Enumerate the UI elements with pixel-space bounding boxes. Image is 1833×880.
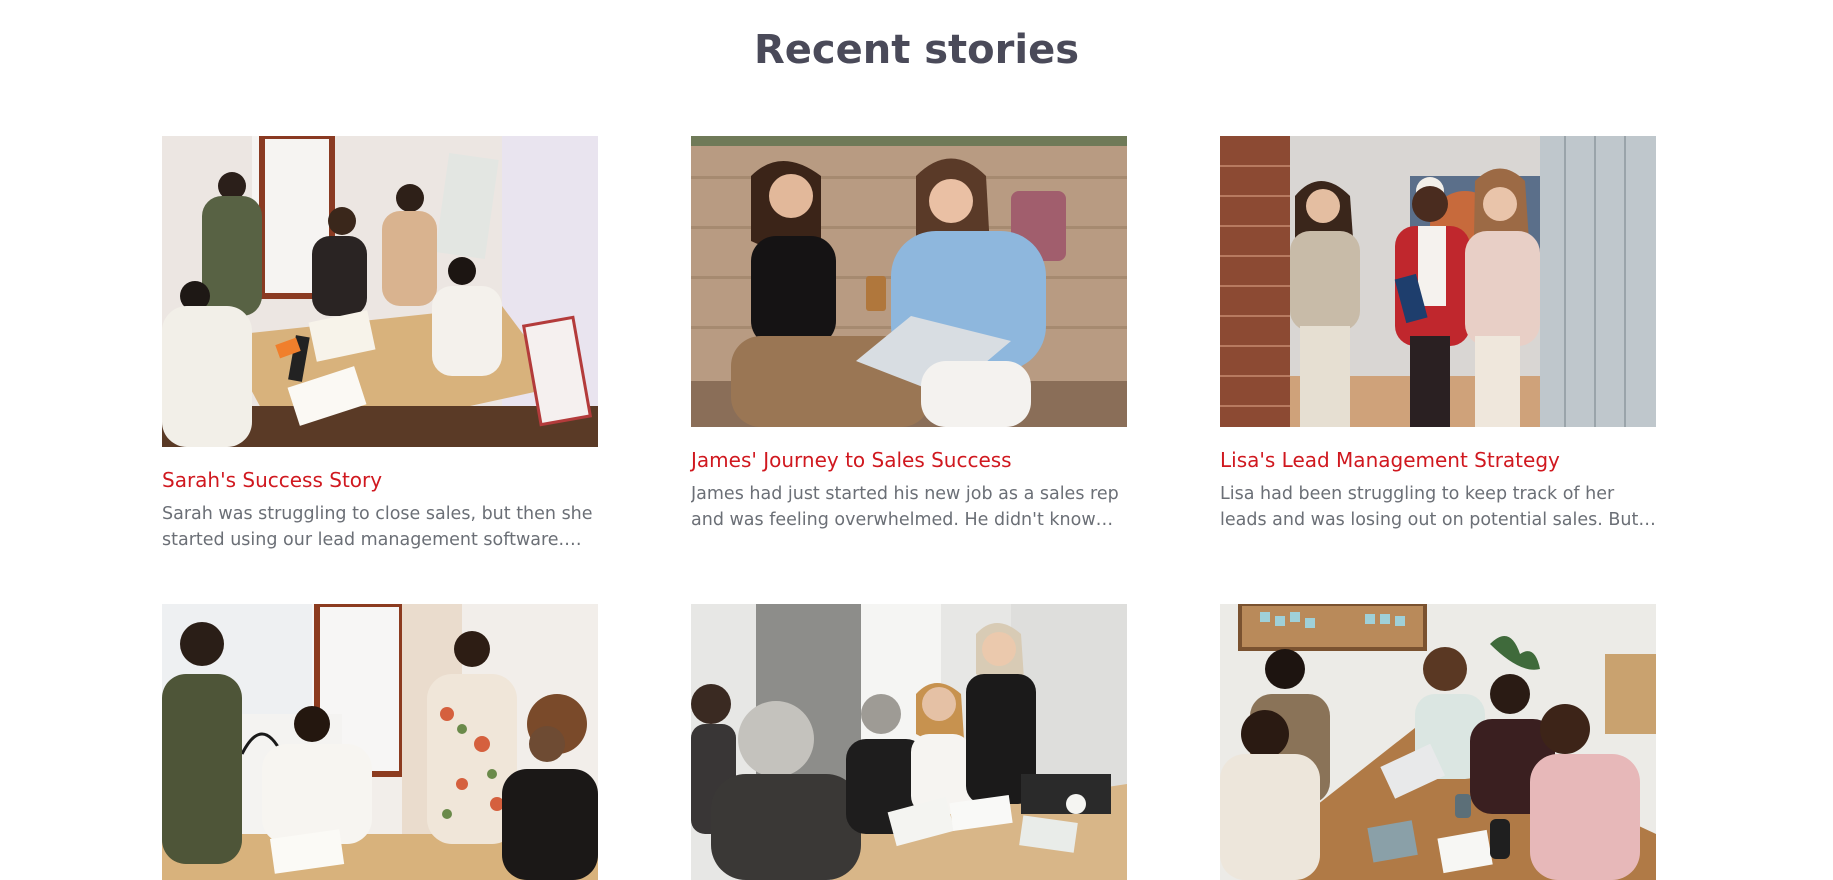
story-title[interactable]: James' Journey to Sales Success [691, 447, 1127, 473]
story-image[interactable] [1220, 604, 1656, 880]
story-excerpt: Lisa had been struggling to keep track o… [1220, 484, 1639, 530]
story-title[interactable]: Lisa's Lead Management Strategy [1220, 447, 1656, 473]
story-image[interactable] [691, 604, 1127, 880]
story-card[interactable]: Lisa's Lead Management Strategy Lisa had… [1220, 136, 1656, 533]
story-photo [691, 604, 1127, 880]
story-photo [1220, 136, 1656, 427]
story-card[interactable] [162, 604, 598, 880]
story-title[interactable]: Sarah's Success Story [162, 467, 598, 493]
recent-stories-page: Recent stories Sarah's Success Story Sar… [0, 0, 1833, 880]
story-card[interactable]: Sarah's Success Story Sarah was struggli… [162, 136, 598, 553]
story-card[interactable] [691, 604, 1127, 880]
story-excerpt: James had just started his new job as a … [691, 484, 1119, 530]
section-title: Recent stories [753, 27, 1080, 73]
story-photo [162, 136, 598, 447]
story-card[interactable] [1220, 604, 1656, 880]
story-card[interactable]: James' Journey to Sales Success James ha… [691, 136, 1127, 533]
story-excerpt: Sarah was struggling to close sales, but… [162, 504, 593, 550]
story-photo [162, 604, 598, 880]
story-photo [1220, 604, 1656, 880]
story-image[interactable] [162, 136, 598, 447]
story-image[interactable] [1220, 136, 1656, 427]
story-image[interactable] [691, 136, 1127, 427]
story-image[interactable] [162, 604, 598, 880]
story-photo [691, 136, 1127, 427]
